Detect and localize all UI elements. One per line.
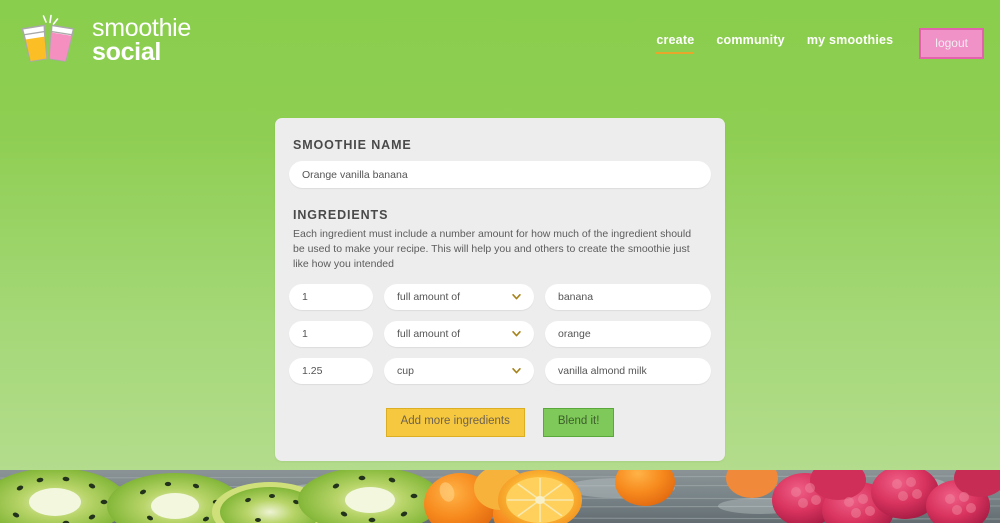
two-clinking-smoothie-glasses-icon — [21, 14, 75, 63]
card-actions: Add more ingredients Blend it! — [289, 407, 711, 437]
ingredient-unit-wrapper: full amount of — [384, 283, 534, 310]
ingredient-name-wrapper — [545, 283, 711, 310]
logout-button[interactable]: logout — [919, 28, 984, 59]
ingredient-amount-wrapper — [289, 320, 373, 347]
raspberries — [772, 470, 1000, 523]
main-navigation: create community my smoothies logout — [656, 28, 984, 59]
ingredient-amount-input[interactable] — [289, 283, 373, 310]
ingredient-amount-input[interactable] — [289, 357, 373, 384]
ingredient-name-input[interactable] — [545, 283, 711, 310]
ingredient-name-wrapper — [545, 357, 711, 384]
ingredient-unit-select[interactable]: full amount of — [384, 283, 534, 310]
ingredient-row: full amount of — [289, 320, 711, 347]
app-page: smoothie social create community my smoo… — [0, 0, 1000, 523]
blend-it-button[interactable]: Blend it! — [542, 407, 615, 437]
ingredient-name-wrapper — [545, 320, 711, 347]
nav-link-community[interactable]: community — [716, 33, 784, 54]
brand-name-line-1: smoothie — [92, 14, 192, 42]
brand-wordmark: smoothie social — [92, 14, 191, 65]
ingredient-rows: full amount of full amount of — [289, 283, 711, 384]
ingredient-amount-input[interactable] — [289, 320, 373, 347]
ingredient-unit-wrapper: cup — [384, 357, 534, 384]
brand-name-line-2: social — [92, 38, 162, 67]
brand-logo[interactable]: smoothie social — [16, 14, 191, 65]
nav-link-create[interactable]: create — [656, 33, 695, 54]
create-smoothie-card: SMOOTHIE NAME INGREDIENTS Each ingredien… — [275, 118, 725, 461]
ingredients-helper-text: Each ingredient must include a number am… — [293, 228, 692, 270]
ingredient-row: full amount of — [289, 283, 711, 310]
ingredient-unit-select[interactable]: full amount of — [384, 320, 534, 347]
ingredient-unit-select[interactable]: cup — [384, 357, 534, 384]
ingredients-label: INGREDIENTS — [293, 208, 389, 222]
ingredient-amount-wrapper — [289, 283, 373, 310]
smoothie-name-label: SMOOTHIE NAME — [293, 138, 412, 152]
ingredient-row: cup — [289, 357, 711, 384]
ingredient-name-input[interactable] — [545, 320, 711, 347]
add-more-ingredients-button[interactable]: Add more ingredients — [385, 407, 525, 437]
ingredient-unit-wrapper: full amount of — [384, 320, 534, 347]
smoothie-name-input[interactable] — [289, 161, 711, 188]
fruit-photo — [0, 470, 1000, 523]
ingredient-name-input[interactable] — [545, 357, 711, 384]
nav-link-my-smoothies[interactable]: my smoothies — [807, 33, 893, 54]
fruit-photo-band — [0, 470, 1000, 523]
site-header: smoothie social create community my smoo… — [0, 0, 1000, 80]
ingredient-amount-wrapper — [289, 357, 373, 384]
